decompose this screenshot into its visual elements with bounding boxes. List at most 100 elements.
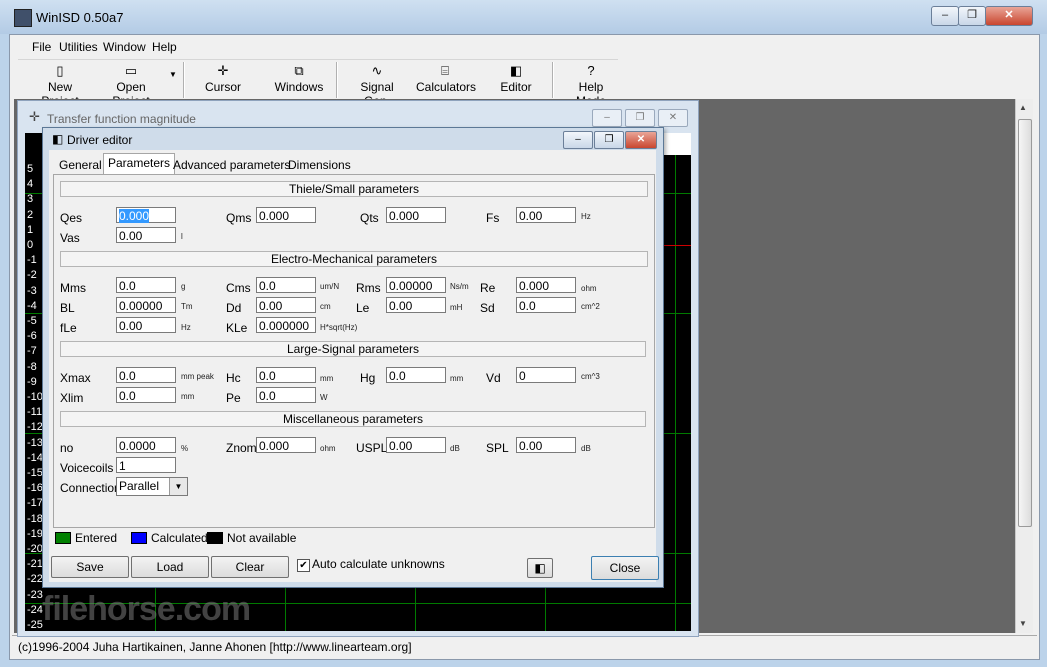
qms-input[interactable]: 0.000 [256, 207, 316, 223]
xmax-input[interactable]: 0.0 [116, 367, 176, 383]
tab-advanced-parameters[interactable]: Advanced parameters [169, 156, 294, 174]
de-maximize-button[interactable]: ❐ [594, 131, 624, 149]
de-minimize-button[interactable]: ‒ [563, 131, 593, 149]
close-editor-button[interactable]: Close [591, 556, 659, 580]
sd-input[interactable]: 0.0 [516, 297, 576, 313]
uspl-label: USPL [356, 441, 388, 455]
vd-input[interactable]: 0 [516, 367, 576, 383]
tab-general[interactable]: General [55, 156, 106, 174]
connection-select[interactable]: Parallel ▼ [116, 477, 188, 496]
menu-utilities[interactable]: Utilities [59, 40, 98, 54]
bl-label: BL [60, 301, 75, 315]
y-tick-label: -5 [27, 315, 37, 327]
pe-input[interactable]: 0.0 [256, 387, 316, 403]
cms-input[interactable]: 0.0 [256, 277, 316, 293]
qes-input[interactable]: 0.000 [116, 207, 176, 223]
clear-button[interactable]: Clear [211, 556, 289, 578]
voicecoils-input[interactable]: 1 [116, 457, 176, 473]
re-unit: ohm [581, 284, 597, 293]
vas-input[interactable]: 0.00 [116, 227, 176, 243]
title-bar[interactable]: WinISD 0.50a7 ‒ ❐ ✕ [0, 0, 1047, 34]
fle-input[interactable]: 0.00 [116, 317, 176, 333]
tab-parameters[interactable]: Parameters [103, 153, 176, 175]
editor-button[interactable]: ◧ Editor [496, 62, 536, 98]
vertical-scrollbar[interactable]: ▲ ▼ [1015, 99, 1033, 633]
plot-legend-box [661, 133, 691, 155]
rms-input[interactable]: 0.00000 [386, 277, 446, 293]
fs-input[interactable]: 0.00 [516, 207, 576, 223]
sd-label: Sd [480, 301, 495, 315]
legend-entered: Entered [75, 531, 118, 545]
menu-window[interactable]: Window [103, 40, 146, 54]
le-input[interactable]: 0.00 [386, 297, 446, 313]
xlim-input[interactable]: 0.0 [116, 387, 176, 403]
tf-maximize-button[interactable]: ❐ [625, 109, 655, 127]
menu-help[interactable]: Help [152, 40, 177, 54]
znom-input[interactable]: 0.000 [256, 437, 316, 453]
y-tick-label: 5 [27, 163, 34, 175]
load-button[interactable]: Load [131, 556, 209, 578]
toolbar-separator [336, 62, 338, 98]
tf-close-button[interactable]: ✕ [658, 109, 688, 127]
y-tick-label: 3 [27, 193, 34, 206]
vd-unit: cm^3 [581, 372, 600, 381]
calculators-button[interactable]: ⌸ Calculators [416, 62, 476, 98]
chevron-down-icon[interactable]: ▼ [169, 478, 187, 495]
windows-button[interactable]: ⧉ Windows [270, 62, 328, 98]
maximize-button[interactable]: ❐ [958, 6, 986, 26]
legend-swatch-calculated [131, 532, 147, 544]
xmax-label: Xmax [60, 371, 91, 385]
vas-unit: l [181, 232, 183, 241]
new-file-icon: ▯ [56, 63, 64, 78]
dd-unit: cm [320, 302, 331, 311]
dd-input[interactable]: 0.00 [256, 297, 316, 313]
windows-label: Windows [274, 80, 324, 94]
vas-label: Vas [60, 231, 80, 245]
legend-calculated: Calculated [151, 531, 208, 545]
xmax-unit: mm peak [181, 372, 214, 381]
uspl-input[interactable]: 0.00 [386, 437, 446, 453]
scroll-down-icon[interactable]: ▼ [1019, 619, 1027, 628]
de-close-button[interactable]: ✕ [625, 131, 657, 149]
y-tick-label: 4 [27, 178, 34, 191]
hg-input[interactable]: 0.0 [386, 367, 446, 383]
pe-unit: W [320, 393, 328, 402]
parameters-panel: Thiele/Small parameters Qes 0.000 Qms 0.… [53, 174, 655, 528]
new-project-button[interactable]: ▯ New Project [28, 62, 92, 108]
signal-gen-button[interactable]: ∿ Signal Gen. [346, 62, 408, 108]
scroll-up-icon[interactable]: ▲ [1019, 103, 1027, 112]
close-button[interactable]: ✕ [985, 6, 1033, 26]
bl-input[interactable]: 0.00000 [116, 297, 176, 313]
open-project-button[interactable]: ▭ Open Project [96, 62, 166, 108]
menu-file[interactable]: File [32, 40, 51, 54]
minimize-button[interactable]: ‒ [931, 6, 959, 26]
y-tick-label: -9 [27, 375, 37, 388]
mms-input[interactable]: 0.0 [116, 277, 176, 293]
y-tick-label: -4 [27, 299, 37, 312]
help-mode-button[interactable]: ? Help Mode [563, 62, 619, 108]
tab-dimensions[interactable]: Dimensions [284, 156, 355, 174]
re-input[interactable]: 0.000 [516, 277, 576, 293]
speaker-icon[interactable]: ◧ [527, 558, 553, 578]
no-input[interactable]: 0.0000 [116, 437, 176, 453]
hc-input[interactable]: 0.0 [256, 367, 316, 383]
section-electro-mechanical: Electro-Mechanical parameters [60, 251, 648, 267]
scroll-thumb[interactable] [1018, 119, 1032, 527]
driver-editor-window[interactable]: ◧ Driver editor ‒ ❐ ✕ General Parameters… [42, 127, 664, 588]
znom-label: Znom [226, 441, 257, 455]
save-button[interactable]: Save [51, 556, 129, 578]
qts-input[interactable]: 0.000 [386, 207, 446, 223]
y-tick-label: -25 [27, 619, 43, 631]
kle-input[interactable]: 0.000000 [256, 317, 316, 333]
driver-editor-title: Driver editor [67, 133, 133, 147]
qts-label: Qts [360, 211, 379, 225]
tf-minimize-button[interactable]: ‒ [592, 109, 622, 127]
status-bar: (c)1996-2004 Juha Hartikainen, Janne Aho… [12, 635, 1037, 656]
auto-calculate-checkbox[interactable]: ✔ [297, 559, 310, 572]
spl-input[interactable]: 0.00 [516, 437, 576, 453]
status-text: (c)1996-2004 Juha Hartikainen, Janne Aho… [18, 640, 412, 654]
grid-line [675, 133, 676, 631]
cursor-icon: ✛ [29, 109, 40, 124]
fs-unit: Hz [581, 212, 591, 221]
cursor-button[interactable]: ✛ Cursor [198, 62, 248, 98]
